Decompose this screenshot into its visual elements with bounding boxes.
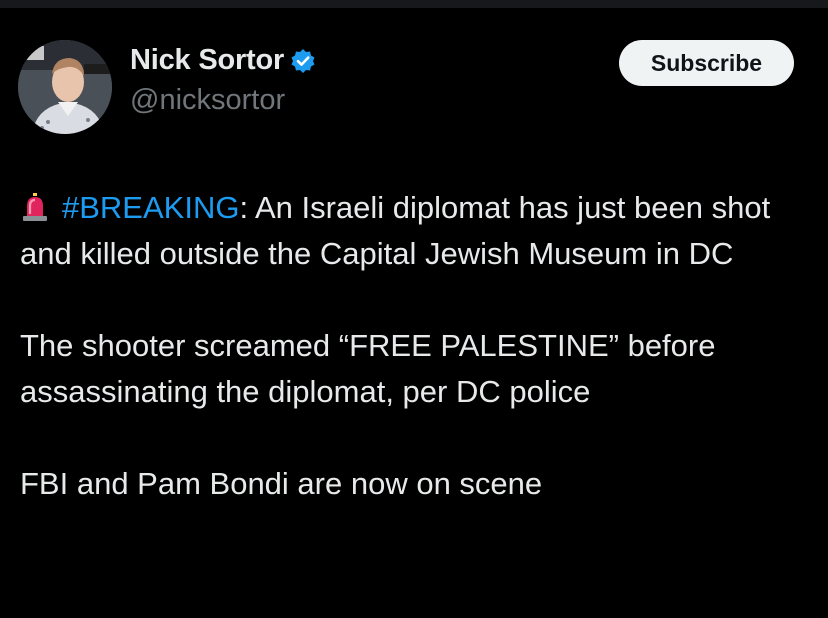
author-name-row[interactable]: Nick Sortor (130, 44, 316, 77)
tweet-text: #BREAKING: An Israeli diplomat has just … (20, 185, 820, 507)
avatar-image (18, 40, 112, 134)
top-divider (0, 0, 828, 8)
avatar[interactable] (18, 40, 112, 134)
tweet-paragraph-3: FBI and Pam Bondi are now on scene (20, 466, 543, 501)
tweet-paragraph-1: #BREAKING: An Israeli diplomat has just … (20, 185, 820, 277)
tweet-paragraph-2: The shooter screamed “FREE PALESTINE” be… (20, 328, 716, 409)
author-handle[interactable]: @nicksortor (130, 84, 285, 117)
author-display-name[interactable]: Nick Sortor (130, 44, 284, 77)
siren-icon (20, 189, 50, 221)
verified-badge-icon (290, 48, 316, 74)
subscribe-button[interactable]: Subscribe (619, 40, 794, 86)
hashtag-link[interactable]: #BREAKING (62, 190, 239, 225)
